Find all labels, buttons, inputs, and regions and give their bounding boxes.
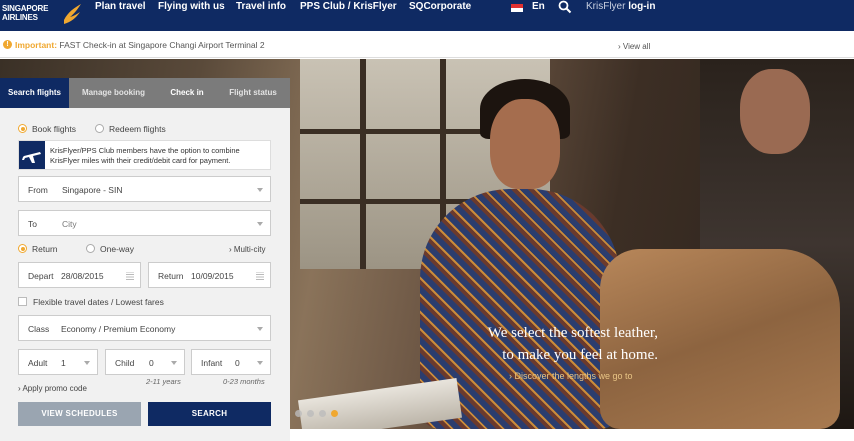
login-prefix: KrisFlyer	[586, 1, 626, 12]
depart-date-field[interactable]: Depart 28/08/2015	[18, 262, 141, 288]
chevron-down-icon	[257, 188, 263, 192]
singapore-airlines-logo[interactable]: SINGAPORE AIRLINES	[2, 2, 82, 28]
view-all-label: View all	[622, 42, 651, 51]
child-label: Child	[115, 358, 135, 368]
tab-check-in[interactable]: Check in	[158, 78, 216, 108]
carousel-dot-3[interactable]	[319, 410, 326, 417]
hero-caption-line-1: We select the softest leather,	[487, 325, 658, 341]
notice-message[interactable]: Important: FAST Check-in at Singapore Ch…	[15, 40, 265, 50]
carousel-dots	[295, 409, 343, 419]
search-button[interactable]: SEARCH	[148, 402, 271, 426]
book-flights-radio[interactable]	[18, 124, 27, 133]
apply-promo-code-link[interactable]: › Apply promo code	[18, 384, 87, 393]
exclamation-icon: !	[3, 40, 12, 49]
bird-logo-icon	[64, 4, 81, 24]
chevron-down-icon	[84, 361, 90, 365]
apply-promo-code-label: Apply promo code	[22, 384, 87, 393]
book-flights-label[interactable]: Book flights	[32, 124, 76, 134]
return-date-value: 10/09/2015	[191, 271, 234, 281]
search-icon[interactable]	[558, 0, 572, 14]
one-way-radio[interactable]	[86, 244, 95, 253]
flexible-dates-label[interactable]: Flexible travel dates / Lowest fares	[33, 297, 164, 307]
depart-label: Depart	[28, 271, 54, 281]
singapore-flag-icon[interactable]	[511, 4, 523, 12]
carousel-dot-4[interactable]	[331, 410, 338, 417]
language-selector[interactable]: En	[532, 1, 545, 12]
to-field[interactable]: To City	[18, 210, 271, 236]
hero-discover-link[interactable]: › Discover the lengths we go to	[509, 371, 633, 381]
top-navigation: SINGAPORE AIRLINES Plan travel Flying wit…	[0, 0, 854, 31]
one-way-label[interactable]: One-way	[100, 244, 134, 254]
notice-label: Important:	[15, 40, 58, 50]
from-value: Singapore - SIN	[62, 185, 123, 195]
class-label: Class	[28, 324, 50, 334]
infant-label: Infant	[201, 358, 223, 368]
hero-man-head	[740, 69, 810, 154]
return-date-field[interactable]: Return 10/09/2015	[148, 262, 271, 288]
adult-label: Adult	[28, 358, 48, 368]
calendar-icon	[126, 272, 134, 280]
notice-bar: ! Important: FAST Check-in at Singapore …	[0, 31, 854, 58]
tab-flight-status[interactable]: Flight status	[216, 78, 290, 108]
from-label: From	[28, 185, 48, 195]
adult-value: 1	[61, 358, 66, 368]
carousel-dot-2[interactable]	[307, 410, 314, 417]
notice-text: FAST Check-in at Singapore Changi Airpor…	[59, 40, 265, 50]
child-select[interactable]: Child 0	[105, 349, 185, 375]
krisflyer-info-text: KrisFlyer/PPS Club members have the opti…	[50, 146, 240, 165]
flexible-dates-checkbox[interactable]	[18, 297, 27, 306]
infant-select[interactable]: Infant 0	[191, 349, 271, 375]
hero-caption: We select the softest leather, to make y…	[440, 322, 658, 366]
child-age-note: 2-11 years	[146, 377, 181, 386]
redeem-flights-radio[interactable]	[95, 124, 104, 133]
class-select[interactable]: Class Economy / Premium Economy	[18, 315, 271, 341]
hero-woman-face	[490, 99, 560, 189]
to-placeholder: City	[62, 219, 77, 229]
redeem-flights-label[interactable]: Redeem flights	[109, 124, 166, 134]
nav-flying-with-us[interactable]: Flying with us	[158, 1, 225, 12]
nav-pps-club-krisflyer[interactable]: PPS Club / KrisFlyer	[300, 1, 397, 12]
chevron-down-icon	[171, 361, 177, 365]
child-value: 0	[149, 358, 154, 368]
from-field[interactable]: From Singapore - SIN	[18, 176, 271, 202]
depart-value: 28/08/2015	[61, 271, 104, 281]
nav-travel-info[interactable]: Travel info	[236, 1, 286, 12]
chevron-down-icon	[257, 222, 263, 226]
booking-panel: Search flights Manage booking Check in F…	[0, 78, 290, 441]
view-schedules-button[interactable]: VIEW SCHEDULES	[18, 402, 141, 426]
class-value: Economy / Premium Economy	[61, 324, 176, 334]
chevron-down-icon	[257, 361, 263, 365]
multi-city-link[interactable]: › Multi-city	[229, 245, 265, 254]
adult-select[interactable]: Adult 1	[18, 349, 98, 375]
return-label[interactable]: Return	[32, 244, 58, 254]
logo-line-2: AIRLINES	[2, 13, 38, 22]
multi-city-label: Multi-city	[233, 245, 266, 254]
nav-plan-travel[interactable]: Plan travel	[95, 1, 146, 12]
krisflyer-info-box: KrisFlyer/PPS Club members have the opti…	[18, 140, 271, 170]
carousel-dot-1[interactable]	[295, 410, 302, 417]
nav-sqcorporate[interactable]: SQCorporate	[409, 1, 471, 12]
krisflyer-login-link[interactable]: KrisFlyer log-in	[586, 1, 655, 12]
hero-discover-label: Discover the lengths we go to	[514, 371, 633, 381]
to-label: To	[28, 219, 37, 229]
booking-tabs: Search flights Manage booking Check in F…	[0, 78, 290, 108]
plane-icon	[19, 141, 45, 169]
return-radio[interactable]	[18, 244, 27, 253]
logo-line-1: SINGAPORE	[2, 4, 49, 13]
tab-manage-booking[interactable]: Manage booking	[69, 78, 158, 108]
tab-search-flights[interactable]: Search flights	[0, 78, 69, 108]
view-all-link[interactable]: › View all	[618, 42, 650, 51]
chevron-down-icon	[257, 327, 263, 331]
return-date-label: Return	[158, 271, 184, 281]
calendar-icon	[256, 272, 264, 280]
infant-age-note: 0-23 months	[223, 377, 265, 386]
hero-caption-line-2: to make you feel at home.	[502, 347, 658, 363]
login-suffix: log-in	[628, 1, 656, 12]
infant-value: 0	[235, 358, 240, 368]
